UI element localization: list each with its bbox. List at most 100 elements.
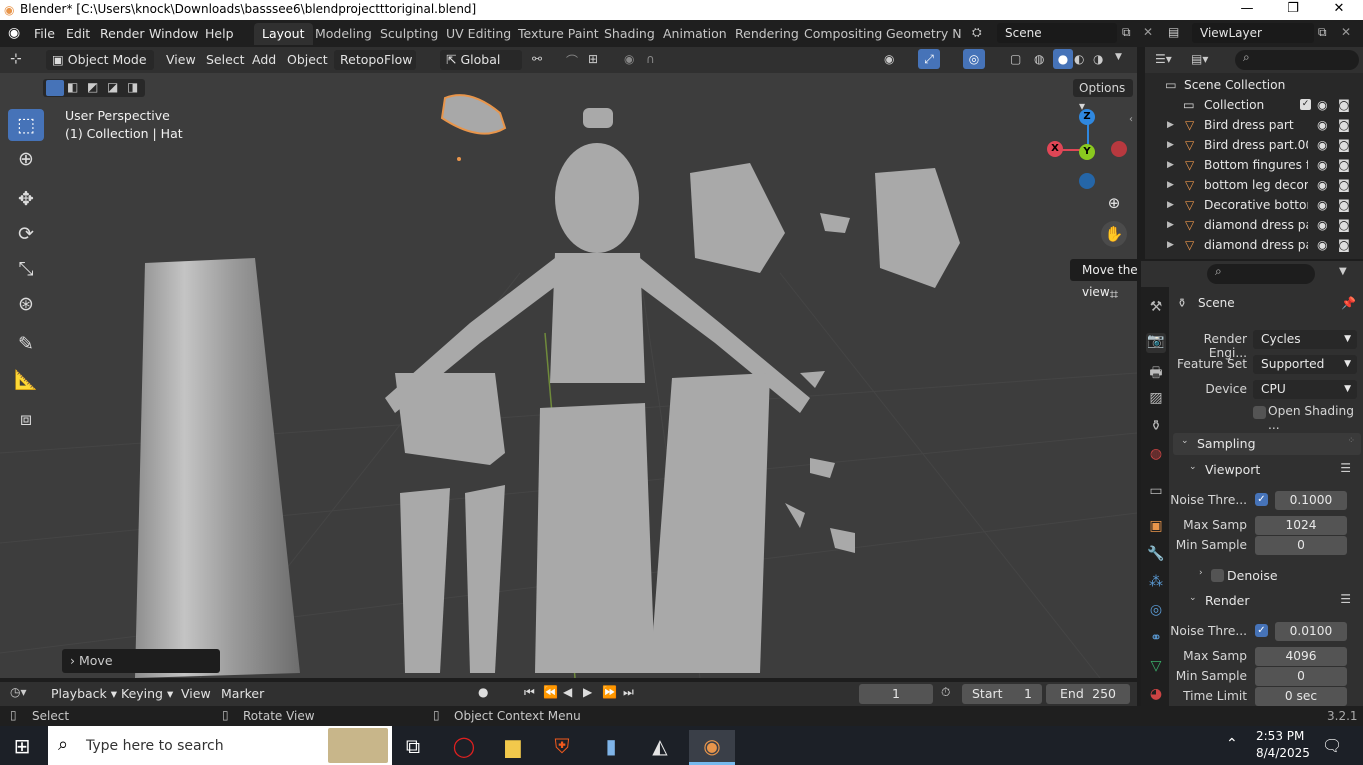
close-button[interactable]: ✕ — [1316, 0, 1362, 20]
menu-window[interactable]: Window — [149, 26, 198, 41]
record-icon[interactable]: ● — [478, 685, 488, 699]
retopoflow-dropdown[interactable]: RetopoFlow — [334, 50, 416, 70]
drag-handle-icon[interactable]: ⁘ — [1347, 436, 1355, 446]
tab-sculpting[interactable]: Sculpting — [372, 23, 446, 45]
scene-field[interactable]: Scene — [997, 23, 1117, 43]
menu-add[interactable]: Add — [252, 50, 276, 70]
stopwatch-icon[interactable]: ⏱ — [941, 685, 950, 700]
minimize-button[interactable]: — — [1224, 0, 1270, 20]
selected-hat-mesh[interactable] — [440, 94, 507, 135]
scene-tab-icon[interactable]: ⚱ — [1146, 418, 1166, 438]
eye-icon[interactable]: ◉ — [1317, 115, 1328, 135]
menu-edit[interactable]: Edit — [66, 26, 90, 41]
select-intersect-icon[interactable]: ◨ — [127, 80, 138, 94]
expand-icon[interactable]: ▶ — [1167, 115, 1174, 135]
gizmo-z[interactable]: Z — [1079, 109, 1095, 125]
navigation-gizmo[interactable]: Z X Y — [1040, 103, 1136, 193]
transform-tool-icon[interactable]: ⊛ — [8, 288, 44, 320]
snap-icon[interactable]: ⌒ — [566, 52, 578, 69]
menu-help[interactable]: Help — [205, 26, 234, 41]
select-new-icon[interactable] — [46, 80, 64, 96]
eye-icon[interactable]: ◉ — [1317, 195, 1328, 215]
next-keyframe-icon[interactable]: ⏩ — [602, 685, 617, 699]
scale-tool-icon[interactable]: ⤡ — [8, 253, 44, 285]
outliner-item[interactable]: ▶ ▽ Bird dress part.001 ◉ ◙ — [1145, 135, 1363, 155]
properties-search-input[interactable]: ⌕ — [1207, 264, 1315, 284]
eye-icon[interactable]: ◉ — [1317, 155, 1328, 175]
camera-icon[interactable]: ◙ — [1338, 115, 1350, 135]
eye-icon[interactable]: ◉ — [1317, 215, 1328, 235]
wireframe-shading-icon[interactable]: ◍ — [1034, 52, 1044, 66]
object-tab-icon[interactable]: ▣ — [1146, 518, 1166, 538]
tab-geometry-nodes[interactable]: Geometry Noc — [878, 23, 962, 45]
expand-icon[interactable]: ▶ — [1167, 235, 1174, 255]
solid-shading-icon[interactable]: ● — [1053, 49, 1073, 69]
viewport-subsection[interactable]: ⌄ Viewport ☰ — [1183, 459, 1361, 481]
outliner-item[interactable]: ▶ ▽ diamond dress par ◉ ◙ — [1145, 215, 1363, 235]
start-frame-field[interactable]: Start 1 — [962, 684, 1042, 704]
windows-start-icon[interactable]: ⊞ — [2, 730, 42, 762]
timeline-editor-icon[interactable]: ◷▾ — [10, 685, 27, 699]
menu-object[interactable]: Object — [287, 50, 328, 70]
pin-icon[interactable]: 📌 — [1341, 296, 1356, 310]
gizmo-toggle-icon[interactable]: ⤢ — [918, 49, 940, 69]
exclude-checkbox[interactable]: ✓ — [1300, 99, 1311, 110]
remove-scene-icon[interactable]: ✕ — [1143, 25, 1153, 39]
tool-tab-icon[interactable]: ⚒ — [1146, 299, 1166, 319]
gizmo-x[interactable]: X — [1047, 141, 1063, 157]
material-tab-icon[interactable]: ◕ — [1146, 686, 1166, 706]
menu-render[interactable]: Render — [100, 26, 145, 41]
brave-icon[interactable]: ⛨ — [542, 730, 582, 762]
viewlayer-icon[interactable]: ▤ — [1168, 25, 1179, 39]
collection-row[interactable]: ▭ Collection ✓ ◉ ◙ — [1145, 95, 1363, 115]
play-icon[interactable]: ▶ — [583, 685, 592, 699]
eye-icon[interactable]: ◉ — [1317, 95, 1328, 115]
measure-tool-icon[interactable]: 📐 — [8, 363, 44, 395]
eye-icon[interactable]: ◉ — [1317, 175, 1328, 195]
outliner-item[interactable]: ▶ ▽ Bird dress part ◉ ◙ — [1145, 115, 1363, 135]
view-layer-tab-icon[interactable]: ▨ — [1146, 390, 1166, 410]
move-tool-icon[interactable]: ✥ — [8, 183, 44, 215]
select-box-tool-icon[interactable]: ⬚ — [8, 109, 44, 141]
3d-viewport[interactable]: User Perspective (1) Collection | Hat ◧ … — [0, 73, 1137, 678]
current-frame-field[interactable]: 1 — [859, 684, 933, 704]
eye-icon[interactable]: ◉ — [1317, 235, 1328, 255]
data-tab-icon[interactable]: ▽ — [1146, 658, 1166, 678]
camera-icon[interactable]: ◙ — [1338, 95, 1350, 115]
prev-keyframe-icon[interactable]: ⏪ — [543, 685, 558, 699]
proportional-edit-icon[interactable]: ◉ — [624, 52, 634, 66]
tab-uv-editing[interactable]: UV Editing — [438, 23, 519, 45]
render-engine-dropdown[interactable]: Cycles ▼ — [1253, 330, 1357, 349]
menu-select[interactable]: Select — [206, 50, 245, 70]
maximize-button[interactable]: ❐ — [1270, 0, 1316, 20]
outliner-item[interactable]: ▶ ▽ Decorative bottom ◉ ◙ — [1145, 195, 1363, 215]
shading-options-chevron-icon[interactable]: ▼ — [1115, 52, 1122, 62]
camera-icon[interactable]: ◙ — [1338, 195, 1350, 215]
marker-menu[interactable]: Marker — [221, 684, 264, 704]
expand-icon[interactable]: ▶ — [1167, 135, 1174, 155]
outliner-item[interactable]: ▶ ▽ Bottom fingures fo ◉ ◙ — [1145, 155, 1363, 175]
expand-icon[interactable]: ▶ — [1167, 195, 1174, 215]
clock-date[interactable]: 8/4/2025 — [1256, 746, 1310, 760]
expand-icon[interactable]: ▶ — [1167, 215, 1174, 235]
gizmo-neg-x[interactable] — [1111, 141, 1127, 157]
render-min-field[interactable]: 0 — [1255, 667, 1347, 686]
device-dropdown[interactable]: CPU ▼ — [1253, 380, 1357, 399]
eye-icon[interactable]: ◉ — [1317, 135, 1328, 155]
falloff-icon[interactable]: ∩ — [646, 52, 655, 66]
select-invert-icon[interactable]: ◪ — [107, 80, 118, 94]
mode-dropdown[interactable]: ▣ Object Mode — [46, 50, 154, 70]
camera-icon[interactable]: ◙ — [1338, 235, 1350, 255]
render-max-field[interactable]: 4096 — [1255, 647, 1347, 666]
menu-file[interactable]: File — [34, 26, 55, 41]
render-noise-checkbox[interactable]: ✓ — [1255, 624, 1268, 637]
select-subtract-icon[interactable]: ◩ — [87, 80, 98, 94]
menu-view[interactable]: View — [166, 50, 196, 70]
playback-menu[interactable]: Playback ▾ — [51, 684, 117, 704]
xray-icon[interactable]: ▢ — [1010, 52, 1021, 66]
play-reverse-icon[interactable]: ◀ — [563, 685, 572, 699]
constraints-tab-icon[interactable]: ⚭ — [1146, 630, 1166, 650]
tab-rendering[interactable]: Rendering — [727, 23, 807, 45]
open-shading-checkbox[interactable] — [1253, 406, 1266, 419]
select-extend-icon[interactable]: ◧ — [67, 80, 78, 94]
